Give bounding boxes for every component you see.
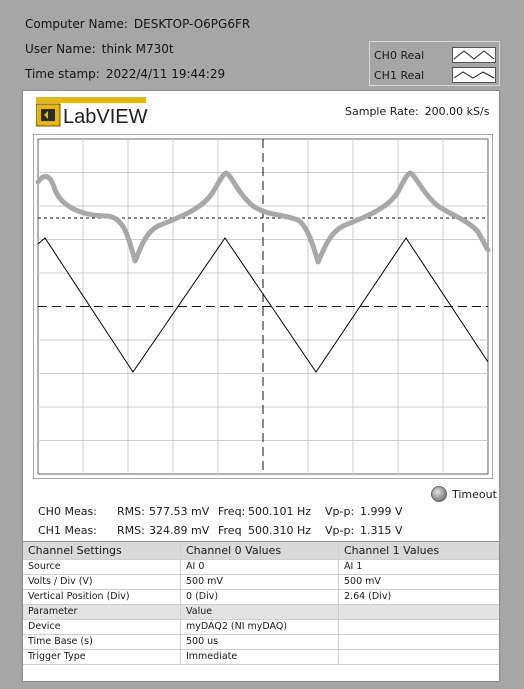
timestamp-line: Time stamp: 2022/4/11 19:44:29 xyxy=(25,67,225,81)
front-panel: LabVIEW Sample Rate: 200.00 kS/s Timeout… xyxy=(22,90,500,682)
table-cell[interactable]: 500 mV xyxy=(181,575,339,589)
table-cell xyxy=(339,620,499,634)
table-row: Time Base (s) 500 us xyxy=(23,635,499,650)
table-row: Vertical Position (Div) 0 (Div) 2.64 (Di… xyxy=(23,590,499,605)
table-cell[interactable]: 2.64 (Div) xyxy=(339,590,499,604)
table-row: Trigger Type Immediate xyxy=(23,650,499,665)
table-cell: Value xyxy=(181,605,339,619)
sample-rate-label: Sample Rate: xyxy=(345,105,419,118)
ch1-meas-label: CH1 Meas: xyxy=(38,524,97,537)
legend-swatch-ch1-icon xyxy=(452,67,496,83)
table-cell: Source xyxy=(23,560,181,574)
ch0-rms-label: RMS: xyxy=(117,505,145,518)
table-cell[interactable]: 0 (Div) xyxy=(181,590,339,604)
timestamp-label: Time stamp: xyxy=(25,67,100,81)
ch0-measurements: CH0 Meas: RMS: 577.53 mV Freq: 500.101 H… xyxy=(38,505,498,521)
channel-settings-table: Channel Settings Channel 0 Values Channe… xyxy=(23,541,499,665)
ch0-freq-value: 500.101 Hz xyxy=(248,505,312,518)
table-cell xyxy=(339,605,499,619)
ch0-freq-label: Freq: xyxy=(218,505,246,518)
table-row: Volts / Div (V) 500 mV 500 mV xyxy=(23,575,499,590)
labview-logo: LabVIEW xyxy=(35,97,148,129)
legend-label-ch1: CH1 Real xyxy=(374,68,425,82)
ch1-measurements: CH1 Meas: RMS: 324.89 mV Freq 500.310 Hz… xyxy=(38,524,498,540)
table-cell: Trigger Type xyxy=(23,650,181,664)
sample-rate: Sample Rate: 200.00 kS/s xyxy=(345,105,489,118)
plot-legend: CH0 Real CH1 Real xyxy=(369,41,500,86)
ch1-freq-value: 500.310 Hz xyxy=(248,524,312,537)
ch1-rms-value: 324.89 mV xyxy=(149,524,210,537)
ch0-rms-value: 577.53 mV xyxy=(149,505,210,518)
table-cell: Device xyxy=(23,620,181,634)
timestamp-value: 2022/4/11 19:44:29 xyxy=(105,67,226,81)
sample-rate-value: 200.00 kS/s xyxy=(424,105,490,118)
table-cell xyxy=(339,650,499,664)
legend-item-ch0[interactable]: CH0 Real xyxy=(374,45,498,65)
timeout-indicator[interactable]: Timeout xyxy=(431,486,497,502)
user-name-label: User Name: xyxy=(25,42,96,56)
table-header-cell: Channel 0 Values xyxy=(181,542,339,559)
table-cell: Parameter xyxy=(23,605,181,619)
legend-swatch-ch0-icon xyxy=(452,47,496,63)
ch1-vpp-label: Vp-p: xyxy=(325,524,355,537)
table-cell: Vertical Position (Div) xyxy=(23,590,181,604)
ch1-vpp-value: 1.315 V xyxy=(360,524,403,537)
table-cell xyxy=(339,635,499,649)
waveform-graph[interactable] xyxy=(32,133,494,480)
computer-name-line: Computer Name: DESKTOP-O6PG6FR xyxy=(25,17,250,31)
legend-label-ch0: CH0 Real xyxy=(374,48,425,62)
table-header-cell: Channel 1 Values xyxy=(344,544,440,557)
table-cell[interactable]: AI 0 xyxy=(181,560,339,574)
computer-name-label: Computer Name: xyxy=(25,17,128,31)
legend-item-ch1[interactable]: CH1 Real xyxy=(374,65,498,85)
table-row: Device myDAQ2 (NI myDAQ) xyxy=(23,620,499,635)
user-name-line: User Name: think M730t xyxy=(25,42,174,56)
computer-name-value: DESKTOP-O6PG6FR xyxy=(133,17,251,31)
table-cell[interactable]: AI 1 xyxy=(339,560,499,574)
ch0-vpp-label: Vp-p: xyxy=(325,505,355,518)
table-header-row: Channel Settings Channel 0 Values Channe… xyxy=(23,541,499,560)
table-cell[interactable]: 500 us xyxy=(181,635,339,649)
table-cell: Time Base (s) xyxy=(23,635,181,649)
table-cell[interactable]: 500 mV xyxy=(339,575,499,589)
user-name-value: think M730t xyxy=(101,42,174,56)
ch0-meas-label: CH0 Meas: xyxy=(38,505,97,518)
table-subheader-row: Parameter Value xyxy=(23,605,499,620)
ch0-vpp-value: 1.999 V xyxy=(360,505,403,518)
table-cell: Volts / Div (V) xyxy=(23,575,181,589)
table-cell[interactable]: Immediate xyxy=(181,650,339,664)
timeout-led-icon xyxy=(431,486,447,502)
labview-logo-text: LabVIEW xyxy=(63,106,148,128)
ch1-freq-label: Freq xyxy=(218,524,242,537)
table-header-cell: Channel Settings xyxy=(23,542,181,559)
table-row: Source AI 0 AI 1 xyxy=(23,560,499,575)
timeout-label: Timeout xyxy=(452,487,497,501)
table-cell[interactable]: myDAQ2 (NI myDAQ) xyxy=(181,620,339,634)
ch1-rms-label: RMS: xyxy=(117,524,145,537)
